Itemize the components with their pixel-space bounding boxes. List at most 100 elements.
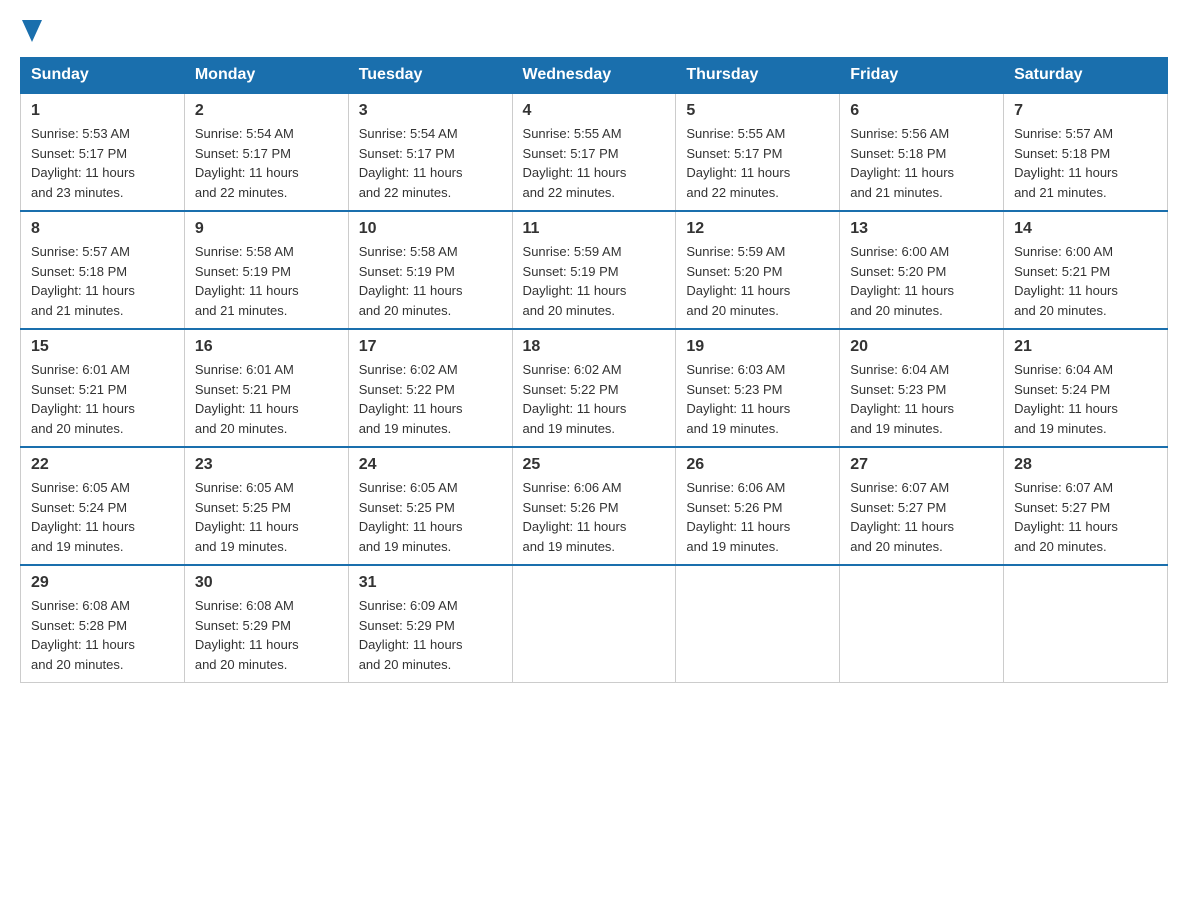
day-number: 10 [359, 220, 502, 238]
calendar-week-row: 15 Sunrise: 6:01 AMSunset: 5:21 PMDaylig… [21, 329, 1168, 447]
calendar-week-row: 22 Sunrise: 6:05 AMSunset: 5:24 PMDaylig… [21, 447, 1168, 565]
calendar-day-cell: 5 Sunrise: 5:55 AMSunset: 5:17 PMDayligh… [676, 93, 840, 211]
calendar-empty-cell [676, 565, 840, 683]
calendar-day-cell: 15 Sunrise: 6:01 AMSunset: 5:21 PMDaylig… [21, 329, 185, 447]
day-number: 4 [523, 102, 666, 120]
day-number: 6 [850, 102, 993, 120]
calendar-week-row: 1 Sunrise: 5:53 AMSunset: 5:17 PMDayligh… [21, 93, 1168, 211]
day-info: Sunrise: 6:04 AMSunset: 5:23 PMDaylight:… [850, 360, 993, 438]
day-number: 25 [523, 456, 666, 474]
day-number: 27 [850, 456, 993, 474]
calendar-day-cell: 2 Sunrise: 5:54 AMSunset: 5:17 PMDayligh… [184, 93, 348, 211]
logo [20, 20, 42, 47]
calendar-header-row: SundayMondayTuesdayWednesdayThursdayFrid… [21, 58, 1168, 94]
calendar-day-cell: 18 Sunrise: 6:02 AMSunset: 5:22 PMDaylig… [512, 329, 676, 447]
calendar-day-cell: 30 Sunrise: 6:08 AMSunset: 5:29 PMDaylig… [184, 565, 348, 683]
day-info: Sunrise: 5:53 AMSunset: 5:17 PMDaylight:… [31, 124, 174, 202]
day-number: 29 [31, 574, 174, 592]
day-info: Sunrise: 5:59 AMSunset: 5:19 PMDaylight:… [523, 242, 666, 320]
day-number: 3 [359, 102, 502, 120]
day-info: Sunrise: 6:05 AMSunset: 5:24 PMDaylight:… [31, 478, 174, 556]
day-number: 30 [195, 574, 338, 592]
day-number: 22 [31, 456, 174, 474]
header-thursday: Thursday [676, 58, 840, 94]
day-info: Sunrise: 6:00 AMSunset: 5:20 PMDaylight:… [850, 242, 993, 320]
day-number: 12 [686, 220, 829, 238]
day-number: 2 [195, 102, 338, 120]
day-number: 28 [1014, 456, 1157, 474]
calendar-day-cell: 8 Sunrise: 5:57 AMSunset: 5:18 PMDayligh… [21, 211, 185, 329]
day-info: Sunrise: 5:59 AMSunset: 5:20 PMDaylight:… [686, 242, 829, 320]
day-info: Sunrise: 6:06 AMSunset: 5:26 PMDaylight:… [523, 478, 666, 556]
day-info: Sunrise: 6:00 AMSunset: 5:21 PMDaylight:… [1014, 242, 1157, 320]
day-info: Sunrise: 6:03 AMSunset: 5:23 PMDaylight:… [686, 360, 829, 438]
day-info: Sunrise: 5:56 AMSunset: 5:18 PMDaylight:… [850, 124, 993, 202]
calendar-day-cell: 7 Sunrise: 5:57 AMSunset: 5:18 PMDayligh… [1004, 93, 1168, 211]
calendar-day-cell: 13 Sunrise: 6:00 AMSunset: 5:20 PMDaylig… [840, 211, 1004, 329]
day-number: 21 [1014, 338, 1157, 356]
calendar-empty-cell [512, 565, 676, 683]
day-info: Sunrise: 6:08 AMSunset: 5:28 PMDaylight:… [31, 596, 174, 674]
calendar-day-cell: 31 Sunrise: 6:09 AMSunset: 5:29 PMDaylig… [348, 565, 512, 683]
day-number: 7 [1014, 102, 1157, 120]
calendar-day-cell: 22 Sunrise: 6:05 AMSunset: 5:24 PMDaylig… [21, 447, 185, 565]
day-info: Sunrise: 6:07 AMSunset: 5:27 PMDaylight:… [1014, 478, 1157, 556]
header-friday: Friday [840, 58, 1004, 94]
day-number: 26 [686, 456, 829, 474]
calendar-day-cell: 25 Sunrise: 6:06 AMSunset: 5:26 PMDaylig… [512, 447, 676, 565]
calendar-day-cell: 26 Sunrise: 6:06 AMSunset: 5:26 PMDaylig… [676, 447, 840, 565]
calendar-empty-cell [1004, 565, 1168, 683]
header-saturday: Saturday [1004, 58, 1168, 94]
calendar-day-cell: 19 Sunrise: 6:03 AMSunset: 5:23 PMDaylig… [676, 329, 840, 447]
calendar-day-cell: 3 Sunrise: 5:54 AMSunset: 5:17 PMDayligh… [348, 93, 512, 211]
header-tuesday: Tuesday [348, 58, 512, 94]
day-info: Sunrise: 6:05 AMSunset: 5:25 PMDaylight:… [195, 478, 338, 556]
calendar-day-cell: 24 Sunrise: 6:05 AMSunset: 5:25 PMDaylig… [348, 447, 512, 565]
header-monday: Monday [184, 58, 348, 94]
day-info: Sunrise: 6:01 AMSunset: 5:21 PMDaylight:… [31, 360, 174, 438]
day-number: 5 [686, 102, 829, 120]
calendar-table: SundayMondayTuesdayWednesdayThursdayFrid… [20, 57, 1168, 683]
calendar-day-cell: 21 Sunrise: 6:04 AMSunset: 5:24 PMDaylig… [1004, 329, 1168, 447]
day-info: Sunrise: 5:54 AMSunset: 5:17 PMDaylight:… [359, 124, 502, 202]
calendar-day-cell: 6 Sunrise: 5:56 AMSunset: 5:18 PMDayligh… [840, 93, 1004, 211]
calendar-day-cell: 20 Sunrise: 6:04 AMSunset: 5:23 PMDaylig… [840, 329, 1004, 447]
calendar-day-cell: 14 Sunrise: 6:00 AMSunset: 5:21 PMDaylig… [1004, 211, 1168, 329]
logo-arrow-icon [22, 20, 42, 47]
day-number: 31 [359, 574, 502, 592]
day-info: Sunrise: 6:04 AMSunset: 5:24 PMDaylight:… [1014, 360, 1157, 438]
day-info: Sunrise: 6:02 AMSunset: 5:22 PMDaylight:… [523, 360, 666, 438]
day-info: Sunrise: 6:01 AMSunset: 5:21 PMDaylight:… [195, 360, 338, 438]
day-number: 17 [359, 338, 502, 356]
page-header [20, 20, 1168, 47]
calendar-day-cell: 29 Sunrise: 6:08 AMSunset: 5:28 PMDaylig… [21, 565, 185, 683]
day-info: Sunrise: 5:54 AMSunset: 5:17 PMDaylight:… [195, 124, 338, 202]
day-info: Sunrise: 6:05 AMSunset: 5:25 PMDaylight:… [359, 478, 502, 556]
header-wednesday: Wednesday [512, 58, 676, 94]
calendar-day-cell: 17 Sunrise: 6:02 AMSunset: 5:22 PMDaylig… [348, 329, 512, 447]
day-number: 18 [523, 338, 666, 356]
day-info: Sunrise: 5:57 AMSunset: 5:18 PMDaylight:… [1014, 124, 1157, 202]
calendar-day-cell: 28 Sunrise: 6:07 AMSunset: 5:27 PMDaylig… [1004, 447, 1168, 565]
calendar-day-cell: 11 Sunrise: 5:59 AMSunset: 5:19 PMDaylig… [512, 211, 676, 329]
day-number: 20 [850, 338, 993, 356]
calendar-week-row: 8 Sunrise: 5:57 AMSunset: 5:18 PMDayligh… [21, 211, 1168, 329]
day-info: Sunrise: 6:06 AMSunset: 5:26 PMDaylight:… [686, 478, 829, 556]
day-info: Sunrise: 6:08 AMSunset: 5:29 PMDaylight:… [195, 596, 338, 674]
day-info: Sunrise: 6:02 AMSunset: 5:22 PMDaylight:… [359, 360, 502, 438]
day-info: Sunrise: 5:58 AMSunset: 5:19 PMDaylight:… [359, 242, 502, 320]
header-sunday: Sunday [21, 58, 185, 94]
calendar-day-cell: 1 Sunrise: 5:53 AMSunset: 5:17 PMDayligh… [21, 93, 185, 211]
day-number: 14 [1014, 220, 1157, 238]
day-number: 24 [359, 456, 502, 474]
day-number: 1 [31, 102, 174, 120]
calendar-day-cell: 12 Sunrise: 5:59 AMSunset: 5:20 PMDaylig… [676, 211, 840, 329]
calendar-day-cell: 4 Sunrise: 5:55 AMSunset: 5:17 PMDayligh… [512, 93, 676, 211]
day-number: 19 [686, 338, 829, 356]
calendar-day-cell: 27 Sunrise: 6:07 AMSunset: 5:27 PMDaylig… [840, 447, 1004, 565]
day-info: Sunrise: 5:55 AMSunset: 5:17 PMDaylight:… [686, 124, 829, 202]
day-number: 23 [195, 456, 338, 474]
day-info: Sunrise: 6:09 AMSunset: 5:29 PMDaylight:… [359, 596, 502, 674]
day-number: 16 [195, 338, 338, 356]
day-info: Sunrise: 5:55 AMSunset: 5:17 PMDaylight:… [523, 124, 666, 202]
